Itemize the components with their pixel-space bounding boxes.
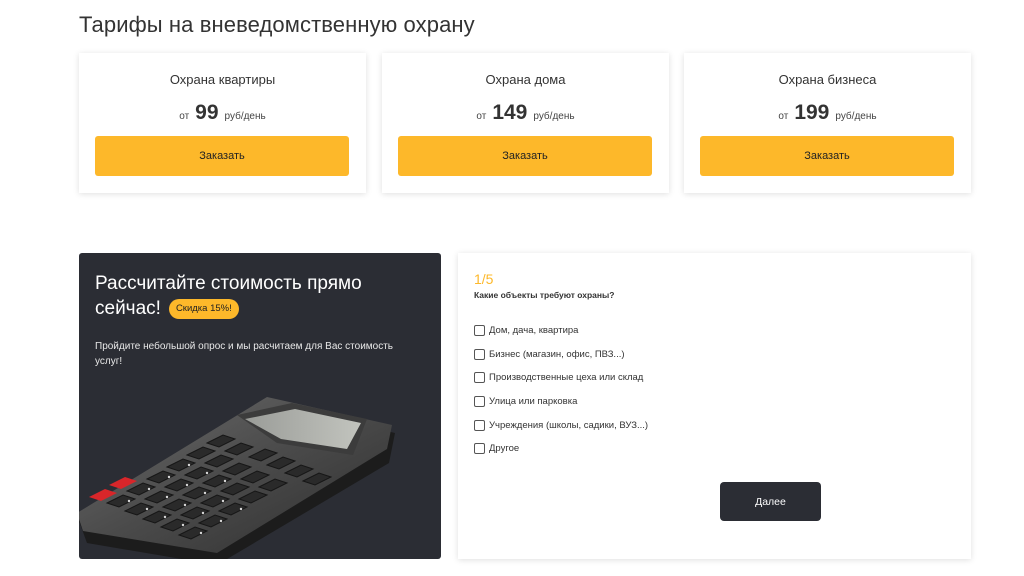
- checkbox[interactable]: [474, 443, 485, 455]
- tariff-name: Охрана бизнеса: [778, 72, 877, 87]
- quiz-question: Какие объекты требуют охраны?: [474, 290, 615, 300]
- price-prefix: от: [476, 111, 487, 122]
- tariff-card-apartment: Охрана квартиры от 99 руб/день Заказать: [79, 53, 366, 193]
- order-button-apartment[interactable]: Заказать: [95, 136, 349, 176]
- next-button[interactable]: Далее: [720, 482, 821, 521]
- option-home[interactable]: Дом, дача, квартира: [474, 319, 648, 343]
- promo-text: Пройдите небольшой опрос и мы расчитаем …: [95, 341, 394, 367]
- price-amount: 99: [195, 101, 219, 124]
- option-label: Улица или парковка: [489, 396, 578, 408]
- tariff-price: от 199 руб/день: [684, 101, 971, 125]
- checkbox[interactable]: [474, 348, 485, 360]
- price-unit: руб/день: [835, 111, 877, 122]
- checkbox[interactable]: [474, 325, 485, 337]
- discount-badge: Скидка 15%!: [168, 299, 239, 319]
- price-prefix: от: [778, 111, 789, 122]
- option-other[interactable]: Другое: [474, 437, 648, 461]
- tariff-card-business: Охрана бизнеса от 199 руб/день Заказать: [684, 53, 971, 193]
- tariff-price: от 99 руб/день: [79, 101, 366, 125]
- step-counter: 1/5: [474, 271, 494, 287]
- price-unit: руб/день: [533, 111, 575, 122]
- tariff-price: от 149 руб/день: [382, 101, 669, 125]
- checkbox[interactable]: [474, 372, 485, 384]
- page-title: Тарифы на вневедомственную охрану: [79, 12, 475, 37]
- price-amount: 199: [794, 101, 830, 124]
- checkbox[interactable]: [474, 396, 485, 408]
- checkbox[interactable]: [474, 419, 485, 431]
- quiz-panel: 1/5 Какие объекты требуют охраны? Дом, д…: [458, 253, 971, 559]
- tariff-name: Охрана дома: [485, 72, 566, 87]
- option-production[interactable]: Производственные цеха или склад: [474, 366, 648, 390]
- promo-panel: Рассчитайте стоимость прямо сейчас! Скидк…: [79, 253, 441, 559]
- option-label: Другое: [489, 443, 520, 455]
- option-business[interactable]: Бизнес (магазин, офис, ПВЗ...): [474, 343, 648, 367]
- promo-title: Рассчитайте стоимость прямо сейчас! Скидк…: [95, 271, 425, 321]
- tariff-card-house: Охрана дома от 149 руб/день Заказать: [382, 53, 669, 193]
- option-label: Бизнес (магазин, офис, ПВЗ...): [489, 348, 625, 360]
- order-button-house[interactable]: Заказать: [398, 136, 652, 176]
- price-amount: 149: [492, 101, 528, 124]
- option-institutions[interactable]: Учреждения (школы, садики, ВУЗ...): [474, 413, 648, 437]
- quiz-options: Дом, дача, квартира Бизнес (магазин, офи…: [474, 319, 648, 461]
- order-button-business[interactable]: Заказать: [700, 136, 954, 176]
- calculator-image: [79, 397, 395, 559]
- tariff-name: Охрана квартиры: [169, 72, 276, 87]
- option-label: Производственные цеха или склад: [489, 372, 644, 384]
- option-street[interactable]: Улица или парковка: [474, 390, 648, 414]
- option-label: Учреждения (школы, садики, ВУЗ...): [489, 419, 649, 431]
- price-prefix: от: [179, 111, 190, 122]
- price-unit: руб/день: [224, 111, 266, 122]
- option-label: Дом, дача, квартира: [489, 325, 579, 337]
